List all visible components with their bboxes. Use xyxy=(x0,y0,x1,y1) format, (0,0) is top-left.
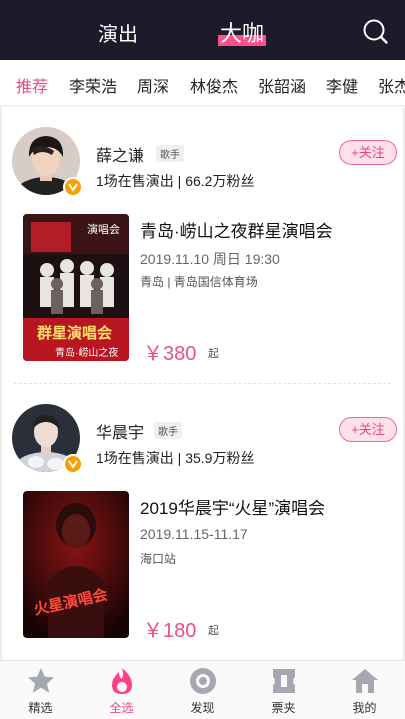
poster-title-text: 群星演唱会 xyxy=(37,325,113,342)
category-item[interactable]: 李健 xyxy=(326,73,358,97)
show-title[interactable]: 青岛·崂山之夜群星演唱会 xyxy=(140,217,333,242)
show-title[interactable]: 2019华晨宇“火星”演唱会 xyxy=(140,494,325,519)
category-item[interactable]: 张杰 xyxy=(378,73,405,97)
show-price: ￥180 xyxy=(143,620,197,642)
tab-discover-label: 发现 xyxy=(190,701,215,715)
tab-profile[interactable]: 我的 xyxy=(324,661,405,719)
artist-name: 薛之谦 xyxy=(96,148,145,165)
poster-subtitle-text: 青岛·崂山之夜 xyxy=(55,348,119,359)
top-nav-bar: 演出 大咖 xyxy=(0,0,405,60)
show-price: ￥380 xyxy=(143,343,197,365)
show-date: 2019.11.10 周日 19:30 xyxy=(140,251,280,267)
tab-tickets[interactable]: 票夹 xyxy=(243,661,324,719)
search-icon xyxy=(363,19,388,44)
search-button[interactable] xyxy=(362,18,388,44)
tab-featured[interactable]: 精选 xyxy=(0,661,81,719)
ticket-icon xyxy=(273,669,295,693)
artist-role-badge: 歌手 xyxy=(156,145,184,162)
tab-featured-label: 精选 xyxy=(28,701,53,715)
category-item-recommended[interactable]: 推荐 xyxy=(16,73,48,97)
artist-card[interactable]: 薛之谦 歌手 1场在售演出 | 66.2万粉丝 +关注 演唱会 群星演唱会 青岛… xyxy=(2,107,403,384)
star-icon xyxy=(28,668,54,693)
follow-button[interactable]: +关注 xyxy=(339,140,397,165)
artist-card[interactable]: 华晨宇 歌手 1场在售演出 | 35.9万粉丝 +关注 火星演唱会 2019华晨… xyxy=(2,384,403,660)
tab-tickets-label: 票夹 xyxy=(271,701,296,715)
category-item[interactable]: 周深 xyxy=(137,73,169,97)
show-venue: 海口站 xyxy=(140,552,177,566)
artist-stats: 1场在售演出 | 35.9万粉丝 xyxy=(96,450,255,466)
discover-icon xyxy=(190,668,216,694)
verified-icon xyxy=(63,177,83,197)
bottom-tab-bar: 精选 全选 发现 票夹 我的 xyxy=(0,660,405,719)
tab-shows-label: 演出 xyxy=(98,24,138,46)
artist-name: 华晨宇 xyxy=(96,425,145,442)
show-venue: 青岛 | 青岛国信体育场 xyxy=(140,275,258,289)
tab-stars-label: 大咖 xyxy=(220,21,265,46)
flame-icon xyxy=(112,668,132,694)
artist-list: 薛之谦 歌手 1场在售演出 | 66.2万粉丝 +关注 演唱会 群星演唱会 青岛… xyxy=(0,107,405,660)
category-item[interactable]: 林俊杰 xyxy=(190,73,238,97)
poster-tag: 演唱会 xyxy=(87,224,120,236)
tab-profile-label: 我的 xyxy=(352,701,377,715)
price-suffix: 起 xyxy=(208,625,219,637)
artist-category-bar: 推荐 李荣浩 周深 林俊杰 张韶涵 李健 张杰 xyxy=(0,60,405,106)
tab-stars[interactable]: 大咖 xyxy=(218,16,267,48)
artist-stats: 1场在售演出 | 66.2万粉丝 xyxy=(96,173,255,189)
tab-all-label: 全选 xyxy=(109,701,134,715)
tab-discover[interactable]: 发现 xyxy=(162,661,243,719)
category-item[interactable]: 张韶涵 xyxy=(258,73,306,97)
show-date: 2019.11.15-11.17 xyxy=(140,526,248,542)
follow-button[interactable]: +关注 xyxy=(339,417,397,442)
artist-role-badge: 歌手 xyxy=(154,422,182,439)
verified-icon xyxy=(63,454,83,474)
price-suffix: 起 xyxy=(208,348,219,360)
tab-shows[interactable]: 演出 xyxy=(98,18,138,47)
home-icon xyxy=(352,669,378,693)
show-poster[interactable]: 演唱会 群星演唱会 青岛·崂山之夜 xyxy=(23,214,129,361)
category-item[interactable]: 李荣浩 xyxy=(69,73,117,97)
show-poster[interactable]: 火星演唱会 xyxy=(23,491,129,638)
tab-all[interactable]: 全选 xyxy=(81,661,162,719)
